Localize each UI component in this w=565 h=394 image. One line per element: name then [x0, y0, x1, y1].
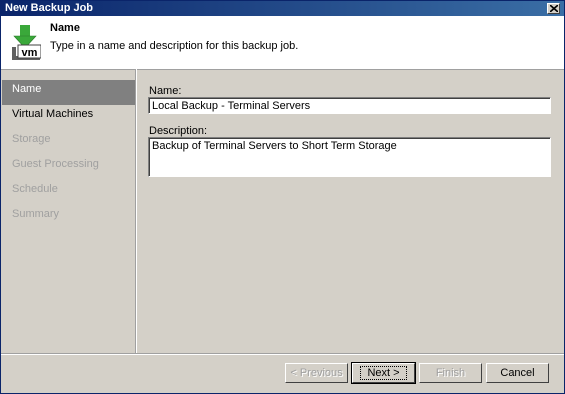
button-bar-divider: [1, 353, 564, 355]
step-description: Type in a name and description for this …: [50, 40, 299, 52]
step-title: Name: [50, 22, 80, 34]
close-button[interactable]: [547, 3, 560, 14]
description-label: Description:: [149, 125, 208, 137]
finish-button[interactable]: Finish: [419, 363, 482, 383]
sidebar-item-schedule: Schedule: [12, 183, 58, 195]
sidebar-divider: [135, 69, 137, 354]
sidebar-item-summary: Summary: [12, 208, 60, 220]
name-label: Name:: [149, 85, 182, 97]
previous-button[interactable]: < Previous: [285, 363, 348, 383]
sidebar-item-storage: Storage: [12, 133, 51, 145]
title-bar[interactable]: New Backup Job: [1, 1, 564, 16]
vm-backup-icon: vm: [12, 25, 41, 60]
cancel-button[interactable]: Cancel: [486, 363, 549, 383]
new-backup-job-window: New Backup Job vm Name Type in a name an…: [0, 0, 565, 394]
next-button-label: Next >: [360, 365, 407, 380]
next-button[interactable]: Next >: [351, 362, 416, 384]
close-icon: [550, 5, 558, 12]
name-field[interactable]: [148, 97, 551, 114]
sidebar-item-guest-processing: Guest Processing: [12, 158, 99, 170]
wizard-steps-sidebar: Name Virtual Machines Storage Guest Proc…: [2, 80, 135, 230]
svg-text:vm: vm: [22, 47, 38, 59]
window-title: New Backup Job: [5, 2, 94, 14]
wizard-header: vm Name Type in a name and description f…: [1, 16, 564, 70]
description-field[interactable]: Backup of Terminal Servers to Short Term…: [148, 137, 551, 177]
sidebar-item-virtual-machines[interactable]: Virtual Machines: [2, 105, 135, 130]
sidebar-item-name[interactable]: Name: [2, 80, 135, 105]
